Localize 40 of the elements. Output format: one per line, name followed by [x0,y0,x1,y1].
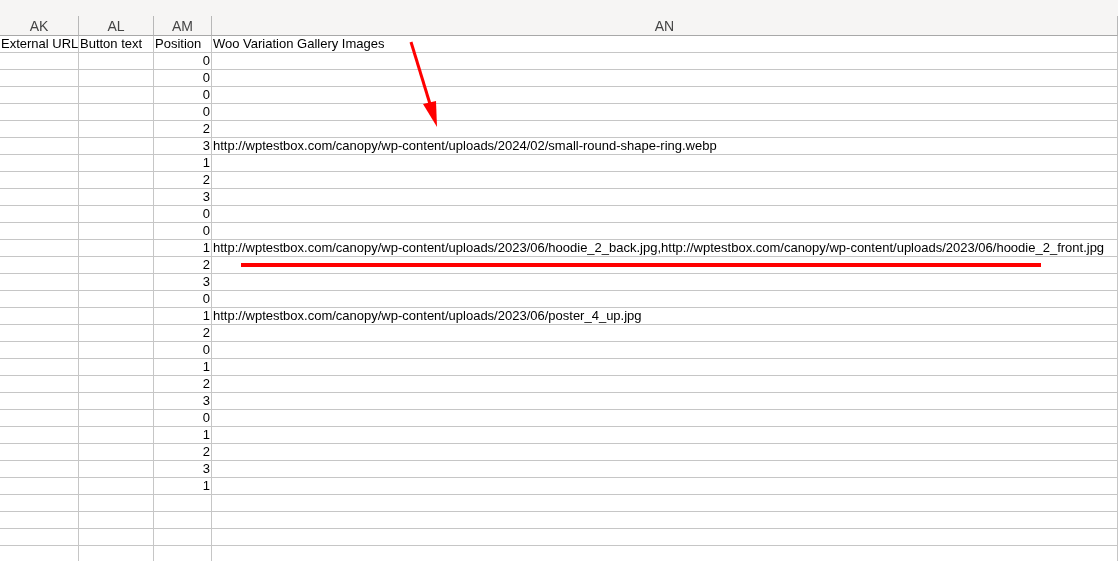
table-cell: 1 [154,478,212,495]
empty-cell [154,512,212,529]
table-cell: 0 [154,410,212,427]
table-cell: 2 [154,257,212,274]
table-cell: 1 [154,427,212,444]
table-cell: 0 [154,53,212,70]
table-cell: 2 [154,376,212,393]
table-cell: 0 [154,206,212,223]
table-cell: Button text [79,36,154,53]
table-cell: 1 [154,155,212,172]
empty-cell [154,529,212,546]
table-cell: 0 [154,87,212,104]
table-cell: 3 [154,393,212,410]
table-cell: 2 [154,444,212,461]
table-cell: 2 [154,121,212,138]
column-header[interactable]: AN [212,16,1118,36]
table-cell: Woo Variation Gallery Images [212,36,1118,53]
table-cell: 3 [154,138,212,155]
table-cell: Position [154,36,212,53]
column-header[interactable]: AM [154,16,212,36]
column-header[interactable]: AK [0,16,79,36]
table-cell: 0 [154,223,212,240]
table-cell: http://wptestbox.com/canopy/wp-content/uploads/2023/06/poster_4_up.jpg [212,308,1118,325]
table-cell: External URL [0,36,79,53]
table-cell: 0 [154,70,212,87]
table-cell: 3 [154,189,212,206]
table-cell: 3 [154,461,212,478]
table-cell: 0 [154,342,212,359]
table-cell: http://wptestbox.com/canopy/wp-content/uploads/2023/06/hoodie_2_back.jpg,http://wptestbox.com/canopy/wp-content/uploads/2023/06/hoodie_2_front.jpg [212,240,1118,257]
table-cell: http://wptestbox.com/canopy/wp-content/uploads/2024/02/small-round-shape-ring.webp [212,138,1118,155]
table-cell: 1 [154,240,212,257]
table-cell: 1 [154,359,212,376]
table-cell: 0 [154,104,212,121]
table-cell: 0 [154,291,212,308]
table-cell: 2 [154,172,212,189]
table-cell: 3 [154,274,212,291]
column-header[interactable]: AL [79,16,154,36]
table-cell: 1 [154,308,212,325]
empty-cell [154,495,212,512]
table-cell: 2 [154,325,212,342]
